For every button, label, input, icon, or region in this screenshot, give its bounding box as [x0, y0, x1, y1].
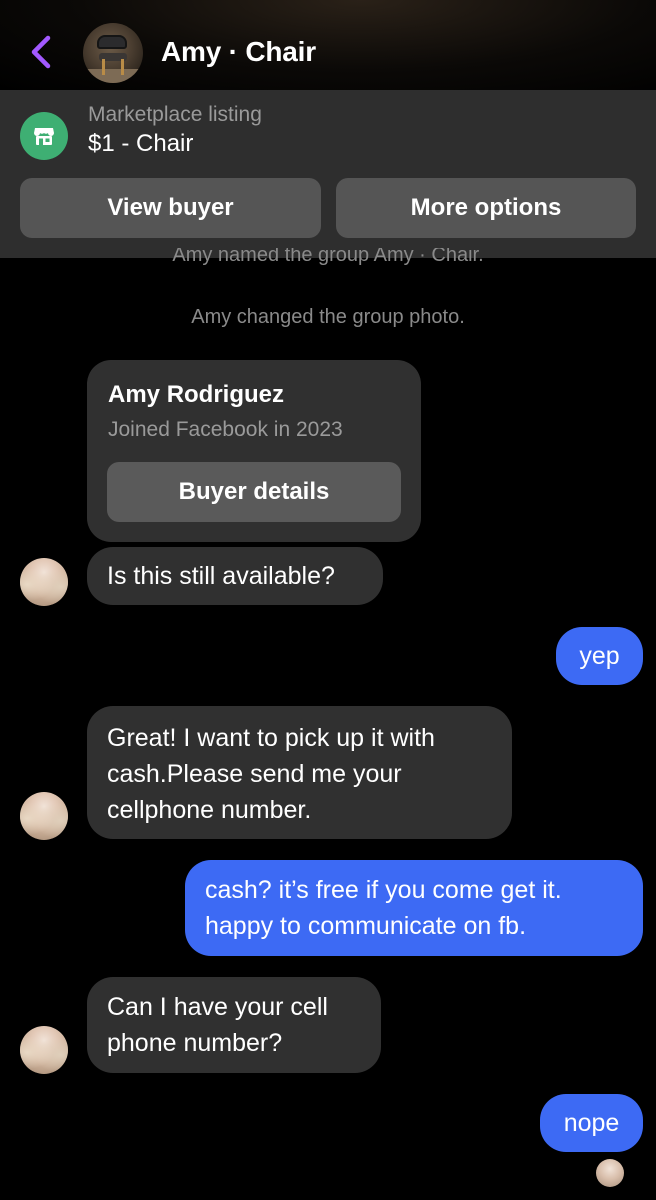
- more-options-button[interactable]: More options: [336, 178, 636, 238]
- listing-title[interactable]: $1 - Chair: [88, 130, 193, 158]
- buyer-details-button[interactable]: Buyer details: [107, 462, 401, 522]
- chat-screen: Amy · Chair Marketplace listing $1 - Cha…: [0, 0, 656, 1200]
- message-outgoing[interactable]: nope: [540, 1094, 643, 1152]
- message-incoming[interactable]: Great! I want to pick up it with cash.Pl…: [87, 706, 512, 839]
- sender-avatar[interactable]: [20, 558, 68, 606]
- sender-avatar[interactable]: [20, 792, 68, 840]
- buyer-joined-date: Joined Facebook in 2023: [108, 418, 343, 441]
- sender-avatar[interactable]: [20, 1026, 68, 1074]
- read-receipt-avatar: [596, 1159, 624, 1187]
- system-message-photo-changed: Amy changed the group photo.: [191, 306, 465, 328]
- listing-label: Marketplace listing: [88, 103, 262, 126]
- marketplace-listing-banner: Marketplace listing $1 - Chair View buye…: [0, 90, 656, 258]
- system-message-group-named: Amy named the group Amy · Chair.: [172, 248, 484, 266]
- chat-title[interactable]: Amy · Chair: [161, 36, 316, 68]
- back-button[interactable]: [26, 30, 58, 74]
- message-incoming[interactable]: Is this still available?: [87, 547, 383, 605]
- chat-header: Amy · Chair: [0, 0, 656, 90]
- message-incoming[interactable]: Can I have your cell phone number?: [87, 977, 381, 1073]
- buyer-info-card: Amy Rodriguez Joined Facebook in 2023 Bu…: [87, 360, 421, 542]
- message-outgoing[interactable]: yep: [556, 627, 643, 685]
- buyer-name: Amy Rodriguez: [108, 381, 285, 408]
- marketplace-store-icon: [20, 112, 68, 160]
- view-buyer-button[interactable]: View buyer: [20, 178, 321, 238]
- message-outgoing[interactable]: cash? it’s free if you come get it. happ…: [185, 860, 643, 956]
- group-photo-avatar[interactable]: [83, 23, 143, 83]
- chevron-left-icon: [31, 35, 51, 69]
